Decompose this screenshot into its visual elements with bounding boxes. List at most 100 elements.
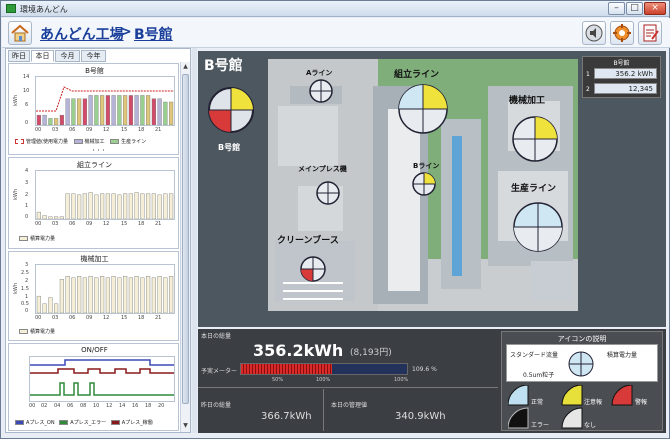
breadcrumb-current[interactable]: B号館 [134, 24, 173, 44]
bar [105, 277, 110, 314]
bar [105, 193, 110, 220]
main-press-status-icon[interactable] [316, 181, 340, 205]
app-window: 環境あんどん – □ × あんどん工場 > B号館 昨日 本日 今月 今年 ▲ … [0, 0, 670, 439]
speaker-icon [585, 24, 603, 42]
home-icon [11, 24, 29, 42]
bar [48, 216, 53, 220]
chart-svg-machining [36, 275, 174, 314]
bar [128, 95, 133, 126]
bar [111, 275, 116, 314]
tab-year[interactable]: 今年 [81, 50, 106, 62]
title-bar: 環境あんどん – □ × [1, 1, 669, 17]
x-axis-ticks: 00 03 06 09 12 15 18 21 [35, 315, 162, 321]
bar [54, 303, 59, 314]
bar [36, 211, 41, 220]
bar [169, 193, 174, 220]
series-line-run [30, 368, 174, 374]
minimize-button[interactable]: – [608, 2, 625, 15]
gear-icon [613, 24, 631, 42]
header: あんどん工場 > B号館 [2, 18, 670, 48]
notepad-icon [643, 24, 659, 42]
chart-title: ON/OFF [81, 346, 108, 354]
bar [59, 216, 64, 220]
machining-status-icon[interactable] [512, 116, 558, 162]
bar [65, 275, 70, 314]
trend-panel: 昨日 本日 今月 今年 ▲ ▼ B号館 kWh 14 10 6 0 00 03 06 09 1… [5, 48, 191, 433]
legend-sample: スタンダード流量 0.5um粒子 積算電力量 [506, 344, 658, 382]
assembly-line-status-icon[interactable] [398, 84, 448, 134]
breadcrumb-parent[interactable]: あんどん工場 [40, 24, 124, 44]
bar [111, 95, 116, 126]
bar [36, 295, 41, 314]
bar [151, 277, 156, 314]
chart-card-building[interactable]: B号館 kWh 14 10 6 0 00 03 06 09 12 15 18 21 管理値(使用電力… [8, 63, 179, 155]
bar [88, 275, 93, 314]
sound-button[interactable] [582, 21, 606, 45]
y-axis-label: kWh [13, 282, 19, 294]
bar [123, 95, 128, 126]
bar [71, 277, 76, 314]
bar [100, 95, 105, 126]
home-button[interactable] [8, 21, 32, 45]
bar [42, 303, 47, 314]
map-title: B号館 [204, 58, 243, 74]
bar [140, 193, 145, 220]
info-value-1: 356.2 kWh [594, 68, 657, 79]
report-button[interactable] [638, 21, 662, 45]
bar [117, 194, 122, 220]
forecast-percent: 109.6 % [412, 366, 437, 373]
chart-card-assembly[interactable]: 組立ライン kWh 43210 00 03 06 09 12 15 18 21 積算電力量 [8, 157, 179, 249]
chart-legend: 積算電力量 [19, 328, 55, 335]
clean-booth-status-icon[interactable] [300, 256, 326, 282]
scrollbar[interactable]: ▲ ▼ [180, 62, 190, 432]
chart-plot [35, 76, 175, 126]
bar [157, 275, 162, 314]
scroll-thumb[interactable] [182, 74, 189, 404]
chart-legend: 管理値(使用電力量 機械加工 生産ライン [15, 138, 146, 145]
tab-today[interactable]: 本日 [31, 50, 54, 62]
chart-plot [35, 264, 175, 314]
window-title: 環境あんどん [20, 5, 68, 14]
bar [48, 297, 53, 314]
chart-card-onoff[interactable]: ON/OFF 00 02 04 06 08 10 12 14 16 18 20 Aプレス_ON Aプ… [8, 343, 179, 431]
y-axis-label: kWh [13, 94, 19, 106]
bar [77, 194, 82, 220]
yesterday-total-value: 366.7kWh [261, 411, 312, 422]
bar [151, 98, 156, 126]
bar [146, 193, 151, 220]
a-line-label: Aライン [306, 69, 333, 77]
x-axis-ticks: 00 02 04 06 08 10 12 14 16 18 20 [29, 403, 165, 409]
tab-yesterday[interactable]: 昨日 [8, 50, 30, 62]
info-title: B号館 [613, 60, 630, 67]
app-icon [6, 4, 16, 13]
bar [157, 194, 162, 220]
scroll-down-icon[interactable]: ▼ [182, 422, 189, 430]
chart-card-machining[interactable]: 機械加工 kWh 3 2.5 2 1.5 1 0.5 0 00 03 06 09 12 15 18 21 … [8, 251, 179, 341]
chart-title: B号館 [85, 67, 104, 75]
building-status-icon[interactable] [208, 87, 254, 133]
bar [163, 193, 168, 220]
bar [123, 193, 128, 220]
yesterday-total-label: 昨日の総量 [201, 402, 232, 409]
scroll-up-icon[interactable]: ▲ [182, 63, 189, 71]
settings-button[interactable] [610, 21, 634, 45]
maximize-button[interactable]: □ [626, 2, 643, 15]
bar [82, 277, 87, 314]
today-total-yen: (8,193円) [350, 348, 392, 358]
bar [100, 193, 105, 220]
b-line-status-icon[interactable] [412, 172, 436, 196]
chart-svg-onoff [30, 359, 174, 396]
tab-month[interactable]: 今月 [55, 50, 80, 62]
summary-panel: 本日の総量 356.2kWh (8,193円) 予実メーター 109.6 % 5… [198, 329, 666, 433]
production-line-status-icon[interactable] [513, 202, 563, 252]
panel-splitter[interactable] [192, 48, 197, 433]
close-button[interactable]: × [644, 2, 666, 15]
bar [77, 275, 82, 314]
bar [140, 277, 145, 314]
chart-svg-assembly [36, 192, 174, 220]
a-line-status-icon[interactable] [309, 79, 333, 103]
assembly-line-label: 組立ライン [394, 70, 440, 80]
more-indicator[interactable]: ・・・ [91, 147, 106, 154]
bar [123, 275, 128, 314]
none-icon [561, 407, 583, 429]
